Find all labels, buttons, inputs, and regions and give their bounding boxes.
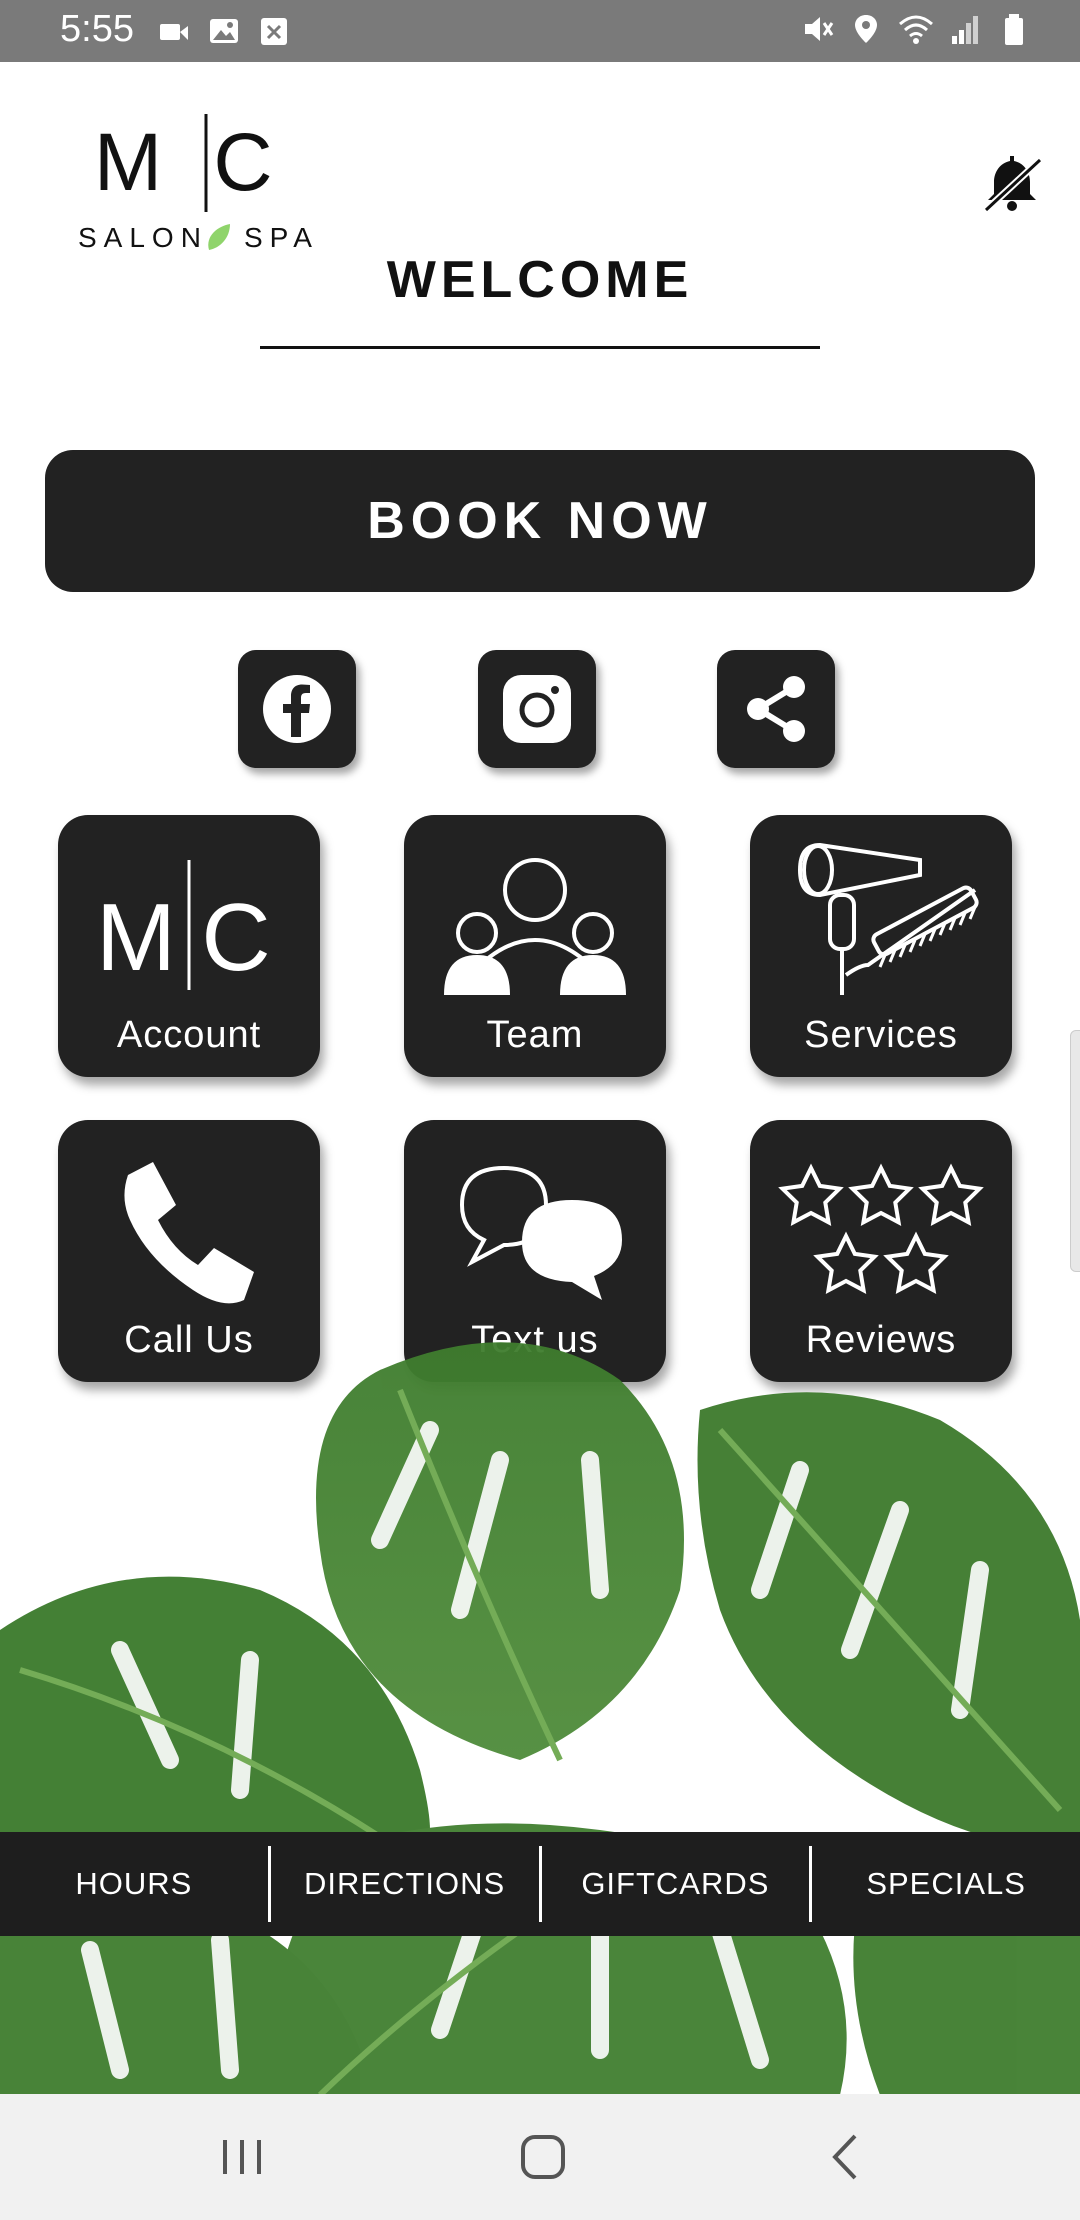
wifi-icon: [899, 15, 933, 44]
team-label: Team: [486, 1014, 584, 1056]
monstera-leaves-background: [0, 1342, 1080, 2095]
team-tile[interactable]: Team: [404, 815, 666, 1077]
share-icon: [747, 676, 805, 742]
giftcards-button[interactable]: GIFTCARDS: [542, 1832, 810, 1936]
monogram-icon: M C: [96, 860, 271, 991]
gallery-icon: [210, 19, 238, 43]
salon-spa-logo: M C SALON SPA: [78, 114, 318, 253]
title-underline: [260, 346, 820, 349]
services-tile[interactable]: Services: [750, 815, 1012, 1077]
logo-monogram-right: C: [213, 117, 272, 208]
bell-off-icon[interactable]: [980, 150, 1044, 214]
page-title: WELCOME: [386, 251, 694, 309]
share-button[interactable]: [717, 650, 835, 768]
video-icon: [160, 24, 188, 40]
account-tile[interactable]: M C Account: [58, 815, 320, 1077]
account-label: Account: [116, 1014, 262, 1056]
status-left-icons: [158, 14, 290, 48]
edge-panel-handle[interactable]: [1070, 1030, 1080, 1272]
team-icon: [444, 858, 626, 995]
specials-button[interactable]: SPECIALS: [812, 1832, 1080, 1936]
hair-dryer-icon: [797, 842, 979, 995]
logo-subtitle-right: SPA: [244, 222, 318, 253]
status-time: 5:55: [60, 8, 134, 50]
logo-leaf-icon: [208, 224, 230, 250]
battery-icon: [1005, 14, 1023, 45]
facebook-button[interactable]: [238, 650, 356, 768]
bottom-bar: HOURS DIRECTIONS GIFTCARDS SPECIALS: [0, 1832, 1080, 1936]
hours-button[interactable]: HOURS: [0, 1832, 268, 1936]
logo-subtitle-left: SALON: [78, 222, 208, 253]
logo-monogram-left: M: [94, 117, 162, 208]
svg-text:M: M: [96, 884, 176, 991]
mute-icon: [805, 17, 834, 41]
directions-button[interactable]: DIRECTIONS: [271, 1832, 539, 1936]
book-now-button[interactable]: BOOK NOW: [45, 450, 1035, 592]
status-bar: 5:55: [0, 0, 1080, 62]
back-icon[interactable]: [810, 2124, 880, 2190]
svg-text:C: C: [201, 884, 270, 991]
close-box-icon: [261, 18, 287, 45]
signal-icon: [952, 16, 978, 44]
system-nav-bar: [0, 2094, 1080, 2220]
status-right-icons: [802, 12, 1030, 46]
services-label: Services: [804, 1014, 958, 1056]
recents-icon[interactable]: [207, 2124, 277, 2190]
facebook-icon: [263, 675, 331, 743]
instagram-button[interactable]: [478, 650, 596, 768]
home-icon[interactable]: [508, 2124, 578, 2190]
location-icon: [855, 15, 877, 43]
instagram-icon: [503, 675, 571, 743]
